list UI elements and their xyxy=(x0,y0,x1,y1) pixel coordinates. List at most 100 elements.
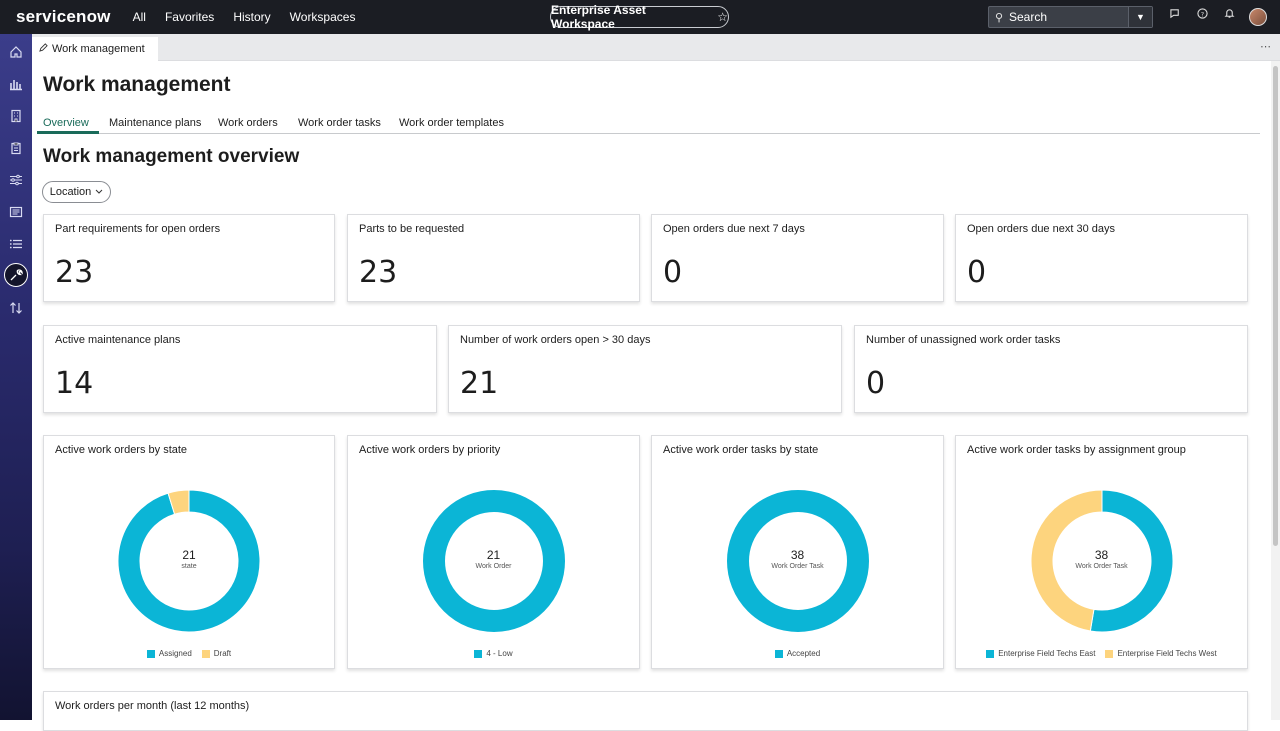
workspace-name: Enterprise Asset Workspace xyxy=(551,3,646,31)
chat-icon[interactable] xyxy=(1162,8,1189,22)
stat-title: Number of unassigned work order tasks xyxy=(866,334,1061,346)
nav-workspaces[interactable]: Workspaces xyxy=(290,10,356,24)
workspace-sidebar xyxy=(0,34,32,720)
legend-label: Accepted xyxy=(786,649,821,658)
legend-label: 4 - Low xyxy=(486,649,513,658)
legend-swatch xyxy=(1105,649,1114,658)
donut-caption: state xyxy=(181,563,197,570)
nav-favorites[interactable]: Favorites xyxy=(165,10,214,24)
stat-title: Number of work orders open > 30 days xyxy=(460,334,651,346)
scrollbar-thumb[interactable] xyxy=(1273,66,1278,546)
stat-title: Open orders due next 30 days xyxy=(967,223,1115,235)
legend-item[interactable]: Enterprise Field Techs East xyxy=(986,649,1095,658)
page-title: Work management xyxy=(43,73,231,96)
legend-item[interactable]: Enterprise Field Techs West xyxy=(1105,649,1217,658)
stat-title: Active maintenance plans xyxy=(55,334,181,346)
legend-label: Enterprise Field Techs East xyxy=(998,649,1096,658)
stat-card[interactable]: Open orders due next 30 days 0 xyxy=(955,214,1248,302)
legend-item[interactable]: Accepted xyxy=(774,649,821,658)
legend-swatch xyxy=(774,649,783,658)
donut-center-label: 21 Work Order xyxy=(348,548,639,570)
bell-icon[interactable] xyxy=(1216,8,1243,22)
search-icon: ⚲ xyxy=(994,11,1004,24)
top-navigation-bar: servicenow All Favorites History Workspa… xyxy=(0,0,1280,34)
workspace-switcher[interactable]: Enterprise Asset Workspace ☆ xyxy=(550,3,729,31)
legend-label: Draft xyxy=(213,649,232,658)
active-tab-indicator xyxy=(37,131,99,134)
document-tab-strip: Work management ⋯ xyxy=(32,34,1280,61)
stat-value: 23 xyxy=(359,255,398,290)
tab-maintenance-plans[interactable]: Maintenance plans xyxy=(109,117,201,129)
chart-card[interactable]: Work orders per month (last 12 months) xyxy=(43,691,1248,731)
chevron-down-icon: ▼ xyxy=(1136,12,1145,22)
list-icon[interactable] xyxy=(4,232,28,256)
stat-value: 0 xyxy=(967,255,987,290)
sliders-icon[interactable] xyxy=(4,168,28,192)
stat-title: Part requirements for open orders xyxy=(55,223,221,235)
tab-label: Work management xyxy=(52,43,145,55)
legend-swatch xyxy=(146,649,155,658)
nav-history[interactable]: History xyxy=(233,10,270,24)
legend-swatch xyxy=(986,649,995,658)
stat-card[interactable]: Number of work orders open > 30 days 21 xyxy=(448,325,842,413)
legend-item[interactable]: 4 - Low xyxy=(474,649,513,658)
stat-value: 0 xyxy=(663,255,683,290)
nav-all[interactable]: All xyxy=(133,10,146,24)
servicenow-logo[interactable]: servicenow xyxy=(16,7,111,27)
chart-card[interactable]: Active work orders by state 21 state Ass… xyxy=(43,435,335,669)
stat-value: 0 xyxy=(866,366,886,401)
stat-card[interactable]: Open orders due next 7 days 0 xyxy=(651,214,944,302)
stat-title: Open orders due next 7 days xyxy=(663,223,805,235)
more-options-icon[interactable]: ⋯ xyxy=(1260,40,1272,53)
tab-work-management[interactable]: Work management xyxy=(32,37,158,61)
top-nav-menu: All Favorites History Workspaces xyxy=(133,10,375,24)
donut-total: 38 xyxy=(1094,548,1109,562)
star-icon[interactable]: ☆ xyxy=(717,10,728,24)
legend-item[interactable]: Assigned xyxy=(146,649,192,658)
home-icon[interactable] xyxy=(4,40,28,64)
donut-caption: Work Order xyxy=(475,563,512,570)
stat-card[interactable]: Part requirements for open orders 23 xyxy=(43,214,335,302)
chart-card[interactable]: Active work orders by priority 21 Work O… xyxy=(347,435,640,669)
legend-label: Assigned xyxy=(158,649,192,658)
chart-title: Work orders per month (last 12 months) xyxy=(55,700,250,712)
stat-card[interactable]: Number of unassigned work order tasks 0 xyxy=(854,325,1248,413)
donut-center-label: 38 Work Order Task xyxy=(652,548,943,570)
stat-value: 14 xyxy=(55,366,94,401)
legend-item[interactable]: Draft xyxy=(201,649,232,658)
wrench-icon[interactable] xyxy=(4,263,28,287)
stat-card[interactable]: Active maintenance plans 14 xyxy=(43,325,437,413)
help-icon[interactable]: ? xyxy=(1189,8,1216,22)
tab-work-order-tasks[interactable]: Work order tasks xyxy=(298,117,381,129)
search-label: Search xyxy=(1009,10,1048,24)
tab-work-order-templates[interactable]: Work order templates xyxy=(399,117,504,129)
stat-card[interactable]: Parts to be requested 23 xyxy=(347,214,640,302)
chart-card[interactable]: Active work order tasks by state 38 Work… xyxy=(651,435,944,669)
page-tabs: Overview Maintenance plans Work orders W… xyxy=(37,112,1260,134)
section-title: Work management overview xyxy=(43,146,300,167)
legend-swatch xyxy=(474,649,483,658)
analytics-icon[interactable] xyxy=(4,72,28,96)
location-filter[interactable]: Location xyxy=(42,181,111,203)
donut-total: 21 xyxy=(182,548,196,562)
search-scope-dropdown[interactable]: ▼ xyxy=(1128,7,1152,27)
chart-card[interactable]: Active work order tasks by assignment gr… xyxy=(955,435,1248,669)
tab-work-orders[interactable]: Work orders xyxy=(218,117,278,129)
user-avatar[interactable] xyxy=(1249,8,1267,26)
filter-label: Location xyxy=(49,186,92,198)
legend-swatch xyxy=(201,649,210,658)
stat-value: 21 xyxy=(460,366,499,401)
transfer-icon[interactable] xyxy=(4,296,28,320)
stat-value: 23 xyxy=(55,255,94,290)
legend-label: Enterprise Field Techs West xyxy=(1117,649,1217,658)
building-icon[interactable] xyxy=(4,104,28,128)
news-icon[interactable] xyxy=(4,200,28,224)
chart-title: Active work order tasks by assignment gr… xyxy=(967,444,1186,456)
clipboard-icon[interactable] xyxy=(4,136,28,160)
chart-legend: 4 - Low xyxy=(348,649,639,658)
pencil-icon xyxy=(39,43,48,55)
tab-overview[interactable]: Overview xyxy=(43,117,89,129)
donut-caption: Work Order Task xyxy=(771,563,824,570)
global-search[interactable]: ⚲ Search ▼ xyxy=(988,6,1153,28)
donut-center-label: 21 state xyxy=(44,548,334,570)
